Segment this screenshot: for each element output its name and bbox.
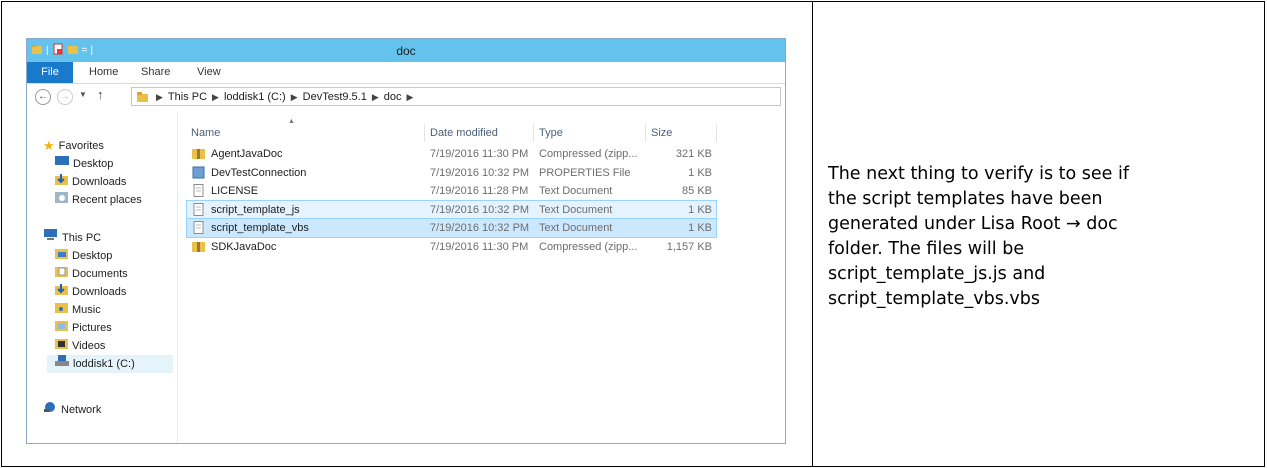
nav-pc-drive[interactable]: loddisk1 (C:) <box>47 355 173 373</box>
nav-fav-downloads[interactable]: Downloads <box>55 173 126 191</box>
document-table: | = | doc File Home Share View ← → ▼ ↑ ▶ <box>1 1 1265 467</box>
breadcrumb: ▶ This PC ▶ loddisk1 (C:) ▶ DevTest9.5.1… <box>156 90 414 104</box>
file-name: script_template_js <box>211 203 300 216</box>
nav-pc-videos[interactable]: Videos <box>55 337 105 355</box>
caption-line: script_template_js.js and <box>828 264 1046 284</box>
file-date: 7/19/2016 11:30 PM <box>430 240 529 253</box>
nav-pc-music[interactable]: Music <box>55 301 101 319</box>
table-row[interactable]: SDKJavaDoc 7/19/2016 11:30 PM Compressed (… <box>187 238 716 256</box>
videos-folder-icon <box>55 337 68 355</box>
computer-icon <box>43 229 58 247</box>
table-row[interactable]: LICENSE 7/19/2016 11:28 PM Text Document 85… <box>187 182 716 200</box>
tab-file[interactable]: File <box>27 62 73 83</box>
forward-button[interactable]: → <box>57 89 73 105</box>
table-row[interactable]: DevTestConnection 7/19/2016 10:32 PM PROPE… <box>187 164 716 182</box>
star-icon: ★ <box>43 138 55 153</box>
ribbon-tabs: File Home Share View <box>27 62 785 84</box>
tab-home[interactable]: Home <box>89 62 118 83</box>
column-header-size[interactable]: Size <box>651 124 672 142</box>
caption-line: The next thing to verify is to see if <box>828 164 1130 184</box>
file-type: PROPERTIES File <box>539 166 631 179</box>
downloads-icon <box>55 173 68 192</box>
downloads-icon <box>55 283 68 302</box>
tab-view[interactable]: View <box>197 62 221 83</box>
crumb-doc[interactable]: doc <box>384 90 402 104</box>
recent-places-icon <box>55 191 68 210</box>
file-type: Text Document <box>539 203 613 216</box>
navigation-pane: ★ Favorites Desktop Downloads Recent pla… <box>27 111 177 443</box>
nav-fav-desktop[interactable]: Desktop <box>55 155 113 173</box>
up-button[interactable]: ↑ <box>97 87 104 102</box>
file-date: 7/19/2016 11:28 PM <box>430 185 529 197</box>
table-row[interactable]: AgentJavaDoc 7/19/2016 11:30 PM Compressed… <box>187 145 716 163</box>
file-name: SDKJavaDoc <box>211 240 277 253</box>
file-size: 1 KB <box>688 222 712 234</box>
address-bar[interactable]: ▶ This PC ▶ loddisk1 (C:) ▶ DevTest9.5.1… <box>131 87 781 106</box>
music-folder-icon <box>55 301 68 319</box>
file-name: AgentJavaDoc <box>211 148 283 160</box>
file-size: 1 KB <box>688 203 712 216</box>
pane-separator <box>177 111 178 443</box>
file-date: 7/19/2016 10:32 PM <box>430 203 530 216</box>
network-icon <box>43 401 57 419</box>
sort-arrow-icon: ▲ <box>288 118 295 125</box>
caption-line: the script templates have been <box>828 189 1103 209</box>
table-row[interactable]: script_template_vbs 7/19/2016 10:32 PM Tex… <box>186 218 717 238</box>
column-header-name[interactable]: Name <box>191 124 220 142</box>
title-bar: | = | doc <box>27 39 785 62</box>
nav-network[interactable]: Network <box>43 401 101 419</box>
file-date: 7/19/2016 10:32 PM <box>430 166 530 179</box>
pictures-folder-icon <box>55 319 68 337</box>
file-type: Compressed (zipp... <box>539 240 638 253</box>
caption-line: script_template_vbs.vbs <box>828 289 1040 309</box>
file-date: 7/19/2016 10:32 PM <box>430 222 530 234</box>
recent-locations-icon[interactable]: ▼ <box>79 90 87 99</box>
caption-line: folder. The files will be <box>828 239 1025 259</box>
file-name: LICENSE <box>211 185 259 197</box>
file-name: script_template_vbs <box>211 222 309 234</box>
nav-fav-recent[interactable]: Recent places <box>55 191 142 209</box>
file-size: 321 KB <box>675 148 712 160</box>
nav-pc-documents[interactable]: Documents <box>55 265 128 283</box>
folder-icon <box>136 90 149 106</box>
nav-pc-downloads[interactable]: Downloads <box>55 283 126 301</box>
crumb-drive[interactable]: loddisk1 (C:) <box>224 90 286 104</box>
documents-folder-icon <box>55 265 68 283</box>
crumb-devtest[interactable]: DevTest9.5.1 <box>303 90 367 104</box>
drive-icon <box>55 355 69 373</box>
table-row[interactable]: script_template_js 7/19/2016 10:32 PM Text… <box>186 199 717 220</box>
folder-icon <box>55 247 68 265</box>
nav-pc-desktop[interactable]: Desktop <box>55 247 112 265</box>
nav-this-pc[interactable]: This PC <box>43 229 101 247</box>
nav-favorites[interactable]: ★ Favorites <box>43 137 104 155</box>
window-title: doc <box>396 44 416 58</box>
file-size: 1,157 KB <box>666 240 712 253</box>
back-button[interactable]: ← <box>35 89 51 105</box>
file-date: 7/19/2016 11:30 PM <box>430 148 529 160</box>
desktop-icon <box>55 155 69 173</box>
address-row: ← → ▼ ↑ ▶ This PC ▶ loddisk1 (C:) ▶ DevT… <box>27 84 785 110</box>
file-type: Text Document <box>539 222 613 234</box>
column-header-date[interactable]: Date modified <box>430 124 498 142</box>
table-divider <box>812 2 813 466</box>
file-type: Compressed (zipp... <box>539 148 638 160</box>
nav-pc-pictures[interactable]: Pictures <box>55 319 112 337</box>
caption-line: generated under Lisa Root → doc <box>828 214 1118 234</box>
file-explorer-window: | = | doc File Home Share View ← → ▼ ↑ ▶ <box>26 38 786 444</box>
tab-share[interactable]: Share <box>141 62 170 83</box>
caption-text: The next thing to verify is to see if th… <box>828 162 1258 312</box>
zip-folder-icon <box>192 240 205 259</box>
file-size: 1 KB <box>688 166 712 179</box>
column-header-type[interactable]: Type <box>539 124 563 142</box>
file-name: DevTestConnection <box>211 166 307 179</box>
file-size: 85 KB <box>682 185 712 197</box>
crumb-this-pc[interactable]: This PC <box>168 90 207 104</box>
file-type: Text Document <box>539 185 613 197</box>
